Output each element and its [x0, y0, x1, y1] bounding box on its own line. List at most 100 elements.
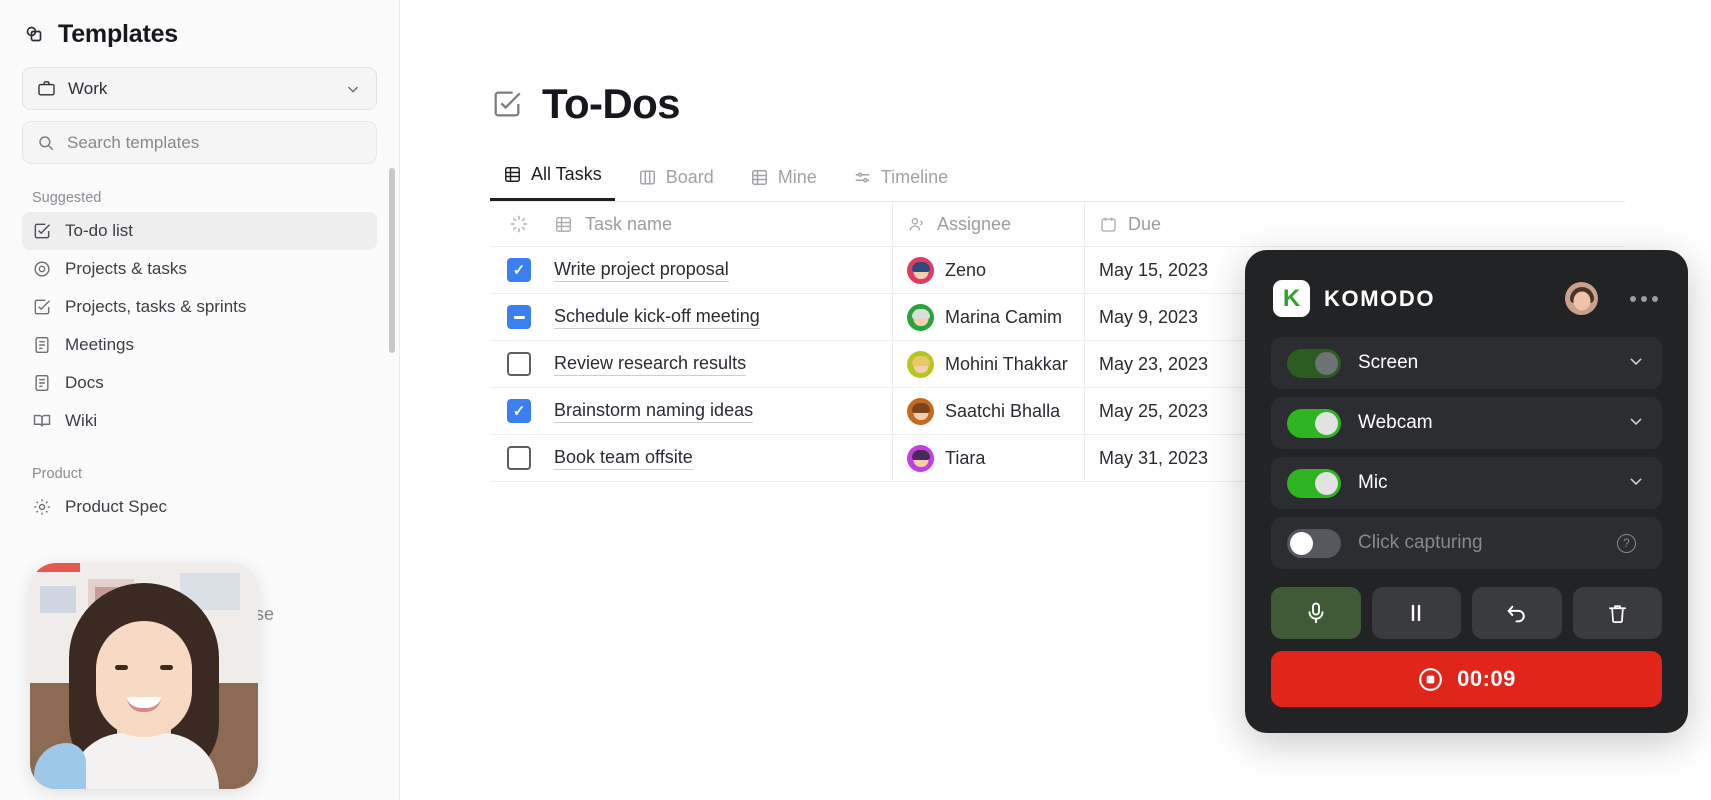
task-checkbox[interactable]: [507, 305, 531, 329]
avatar: [907, 303, 934, 331]
chevron-down-icon[interactable]: [1626, 411, 1646, 436]
section-label-product: Product: [32, 466, 82, 482]
webcam-toggle[interactable]: [1287, 408, 1341, 438]
stop-recording-button[interactable]: 00:09: [1271, 651, 1662, 707]
sidebar-item-projects-tasks[interactable]: Projects & tasks: [22, 250, 377, 288]
toggle-row-mic[interactable]: Mic: [1271, 457, 1662, 509]
column-header-label: Due: [1128, 213, 1162, 234]
checkbox-check-icon: [490, 87, 524, 121]
section-label-suggested: Suggested: [32, 190, 102, 206]
task-name: Brainstorm naming ideas: [554, 400, 754, 423]
recording-timer: 00:09: [1457, 666, 1516, 691]
sidebar-item-label: Projects & tasks: [65, 259, 187, 278]
grid-icon: [503, 165, 522, 184]
checkbox-check-icon: [32, 297, 52, 317]
task-checkbox[interactable]: ✓: [507, 258, 531, 282]
screen-toggle[interactable]: [1287, 348, 1341, 378]
tab-mine[interactable]: Mine: [737, 161, 830, 201]
assignee-cell[interactable]: Saatchi Bhalla: [893, 388, 1085, 434]
mic-toggle[interactable]: [1287, 468, 1341, 498]
chevron-down-icon[interactable]: [344, 80, 362, 98]
assignee-name: Mohini Thakkar: [945, 353, 1068, 374]
webcam-background-stripe: [30, 563, 80, 572]
task-name-cell[interactable]: Review research results: [548, 341, 893, 387]
chevron-down-icon[interactable]: [1626, 471, 1646, 496]
task-name-cell[interactable]: Brainstorm naming ideas: [548, 388, 893, 434]
tab-timeline[interactable]: Timeline: [840, 161, 961, 201]
assignee-cell[interactable]: Mohini Thakkar: [893, 341, 1085, 387]
page-header: To-Dos: [400, 0, 1711, 128]
row-checkbox-cell[interactable]: [490, 305, 548, 329]
avatar: [907, 444, 934, 472]
delete-button[interactable]: [1572, 587, 1662, 639]
assignee-cell[interactable]: Zeno: [893, 247, 1085, 293]
assignee-cell[interactable]: Marina Camim: [893, 294, 1085, 340]
help-circle-icon[interactable]: ?: [1617, 533, 1636, 553]
click-capturing-toggle[interactable]: [1287, 528, 1341, 558]
sidebar-item-label: To-do list: [65, 221, 134, 240]
more-dots-icon[interactable]: [1628, 290, 1660, 308]
pause-button[interactable]: [1371, 587, 1461, 639]
pause-icon: [1404, 601, 1428, 625]
sidebar-item-wiki[interactable]: Wiki: [22, 402, 377, 440]
columns-icon: [638, 168, 657, 187]
column-header-label: Task name: [585, 213, 673, 234]
sidebar-scrollbar-thumb[interactable]: [389, 168, 395, 353]
webcam-preview-bubble[interactable]: [30, 563, 258, 789]
workspace-selector[interactable]: Work: [22, 67, 377, 110]
task-name-cell[interactable]: Write project proposal: [548, 247, 893, 293]
assignee-name: Saatchi Bhalla: [945, 400, 1061, 421]
row-checkbox-cell[interactable]: [490, 352, 548, 376]
toggle-label: Mic: [1358, 472, 1388, 493]
sidebar-item-label: Wiki: [65, 411, 98, 430]
doc-lines-icon: [32, 373, 52, 393]
task-name-cell[interactable]: Book team offsite: [548, 435, 893, 481]
komodo-header: K KOMODO: [1271, 272, 1662, 337]
task-name-cell[interactable]: Schedule kick-off meeting: [548, 294, 893, 340]
tab-all-tasks[interactable]: All Tasks: [490, 158, 615, 201]
chevron-down-icon[interactable]: [1626, 351, 1646, 376]
undo-arrow-icon: [1504, 601, 1529, 626]
tab-board[interactable]: Board: [625, 161, 727, 201]
search-icon: [37, 134, 55, 152]
sidebar-item-to-do-list[interactable]: To-do list: [22, 212, 377, 250]
sidebar-item-docs[interactable]: Docs: [22, 364, 377, 402]
task-checkbox[interactable]: [507, 446, 531, 470]
toggle-row-click-capturing[interactable]: Click capturing ?: [1271, 517, 1662, 569]
search-templates-box[interactable]: [22, 121, 377, 164]
table-header-row: Task name Assignee Due: [490, 202, 1625, 247]
komodo-recorder-widget: K KOMODO Screen Webcam Mic Click capturi…: [1245, 250, 1688, 733]
sidebar-item-label: Projects, tasks & sprints: [65, 297, 247, 316]
assignee-name: Marina Camim: [945, 306, 1063, 327]
sidebar-item-projects-tasks-sprints[interactable]: Projects, tasks & sprints: [22, 288, 377, 326]
loading-spinner-icon: [509, 214, 529, 234]
due-date: May 23, 2023: [1099, 353, 1209, 374]
sidebar-item-product-spec[interactable]: Product Spec: [22, 488, 377, 526]
row-checkbox-cell[interactable]: ✓: [490, 258, 548, 282]
sidebar-item-meetings[interactable]: Meetings: [22, 326, 377, 364]
timeline-icon: [853, 168, 872, 187]
due-date: May 31, 2023: [1099, 447, 1209, 468]
stop-record-icon: [1417, 666, 1444, 693]
avatar: [907, 256, 934, 284]
due-date: May 9, 2023: [1099, 306, 1199, 327]
column-header-assignee[interactable]: Assignee: [893, 202, 1085, 246]
column-header-due[interactable]: Due: [1085, 202, 1625, 246]
avatar[interactable]: [1565, 282, 1598, 315]
undo-button[interactable]: [1472, 587, 1562, 639]
komodo-logo-icon: K: [1273, 280, 1310, 317]
tab-label: All Tasks: [531, 164, 602, 184]
due-date: May 15, 2023: [1099, 259, 1209, 280]
toggle-row-webcam[interactable]: Webcam: [1271, 397, 1662, 449]
task-checkbox[interactable]: [507, 352, 531, 376]
search-input[interactable]: [67, 132, 362, 153]
column-header-task-name[interactable]: Task name: [548, 202, 893, 246]
book-open-icon: [32, 411, 52, 431]
row-checkbox-cell[interactable]: [490, 446, 548, 470]
toggle-row-screen[interactable]: Screen: [1271, 337, 1662, 389]
task-checkbox[interactable]: ✓: [507, 399, 531, 423]
assignee-cell[interactable]: Tiara: [893, 435, 1085, 481]
row-checkbox-cell[interactable]: ✓: [490, 399, 548, 423]
mic-button[interactable]: [1271, 587, 1361, 639]
tab-label: Timeline: [880, 167, 949, 187]
